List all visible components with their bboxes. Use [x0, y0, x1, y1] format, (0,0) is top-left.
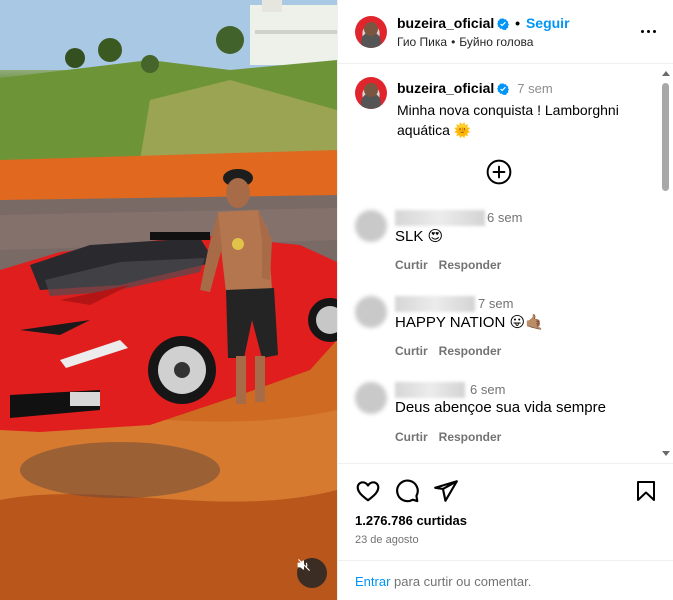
commenter-avatar[interactable]: [355, 210, 387, 242]
comment-time[interactable]: 6 sem: [470, 382, 505, 397]
like-comment-button[interactable]: Curtir: [395, 258, 428, 272]
add-comment-icon[interactable]: [486, 159, 512, 185]
comment-item: 7 sem HAPPY NATION 😛🤙🏽 Curtir Responder: [338, 296, 658, 376]
commenter-avatar[interactable]: [355, 296, 387, 328]
post-date[interactable]: 23 de agosto: [355, 534, 419, 546]
comments-scrollbar[interactable]: [658, 65, 673, 462]
scroll-down-arrow[interactable]: [662, 451, 670, 456]
login-prompt: Entrar para curtir ou comentar.: [338, 560, 673, 600]
scroll-up-arrow[interactable]: [662, 71, 670, 76]
comment-actions: Curtir Responder: [395, 344, 512, 358]
caption-text: Minha nova conquista ! Lamborghni aquáti…: [397, 102, 619, 138]
commenter-username-blurred[interactable]: [395, 296, 475, 312]
verified-badge-icon: [497, 17, 510, 33]
instagram-post-modal: buzeira_oficial • Seguir Гио Пика • Буйно …: [0, 0, 673, 600]
separator-dot: •: [515, 15, 521, 31]
like-comment-button[interactable]: Curtir: [395, 430, 428, 444]
comment-item: 6 sem SLK 😍 Curtir Responder: [338, 210, 658, 290]
comment-text: HAPPY NATION 😛🤙🏽: [395, 314, 544, 331]
commenter-avatar[interactable]: [355, 382, 387, 414]
reply-button[interactable]: Responder: [439, 430, 502, 444]
mute-toggle-button[interactable]: [297, 558, 327, 588]
heart-icon[interactable]: [355, 478, 381, 504]
post-header: buzeira_oficial • Seguir Гио Пика • Буйно …: [338, 0, 673, 64]
login-prompt-rest: para curtir ou comentar.: [394, 574, 532, 589]
login-link[interactable]: Entrar: [355, 574, 390, 589]
author-avatar[interactable]: [355, 16, 387, 48]
video-frame-illustration: [0, 0, 337, 600]
bookmark-icon[interactable]: [634, 478, 660, 504]
caption-author-avatar[interactable]: [355, 77, 387, 109]
caption-time[interactable]: 7 sem: [517, 81, 552, 96]
caption: buzeira_oficial 7 sem Minha nova conquist…: [397, 78, 652, 140]
comment-time[interactable]: 7 sem: [478, 296, 513, 311]
audio-attribution[interactable]: Гио Пика • Буйно голова: [397, 35, 533, 49]
separator-dot: •: [451, 35, 456, 49]
verified-badge-icon: [497, 80, 510, 100]
reply-button[interactable]: Responder: [439, 344, 502, 358]
comment-actions: Curtir Responder: [395, 430, 512, 444]
post-details-panel: buzeira_oficial • Seguir Гио Пика • Буйно …: [337, 0, 673, 600]
post-video[interactable]: [0, 0, 337, 600]
follow-button[interactable]: Seguir: [526, 15, 570, 31]
share-icon[interactable]: [433, 478, 459, 504]
comment-item: 6 sem Deus abençoe sua vida sempre Curti…: [338, 382, 658, 462]
comment-text: SLK 😍: [395, 228, 444, 245]
reply-button[interactable]: Responder: [439, 258, 502, 272]
author-line: buzeira_oficial • Seguir: [397, 15, 570, 33]
commenter-username-blurred[interactable]: [395, 210, 485, 226]
commenter-username-blurred[interactable]: [395, 382, 465, 398]
likes-count[interactable]: 1.276.786 curtidas: [355, 513, 467, 528]
comment-text: Deus abençoe sua vida sempre: [395, 399, 606, 416]
post-actions: 1.276.786 curtidas 23 de agosto: [338, 463, 673, 559]
like-comment-button[interactable]: Curtir: [395, 344, 428, 358]
comment-time[interactable]: 6 sem: [487, 210, 522, 225]
comment-actions: Curtir Responder: [395, 258, 512, 272]
audio-title: Буйно голова: [459, 35, 534, 49]
audio-artist: Гио Пика: [397, 35, 448, 49]
caption-username[interactable]: buzeira_oficial: [397, 80, 494, 96]
comment-icon[interactable]: [394, 478, 420, 504]
author-username[interactable]: buzeira_oficial: [397, 15, 494, 31]
more-options-icon[interactable]: [641, 30, 656, 33]
login-prompt-text: Entrar para curtir ou comentar.: [355, 574, 531, 589]
comments-section[interactable]: buzeira_oficial 7 sem Minha nova conquist…: [338, 65, 673, 462]
scrollbar-thumb[interactable]: [662, 83, 669, 191]
